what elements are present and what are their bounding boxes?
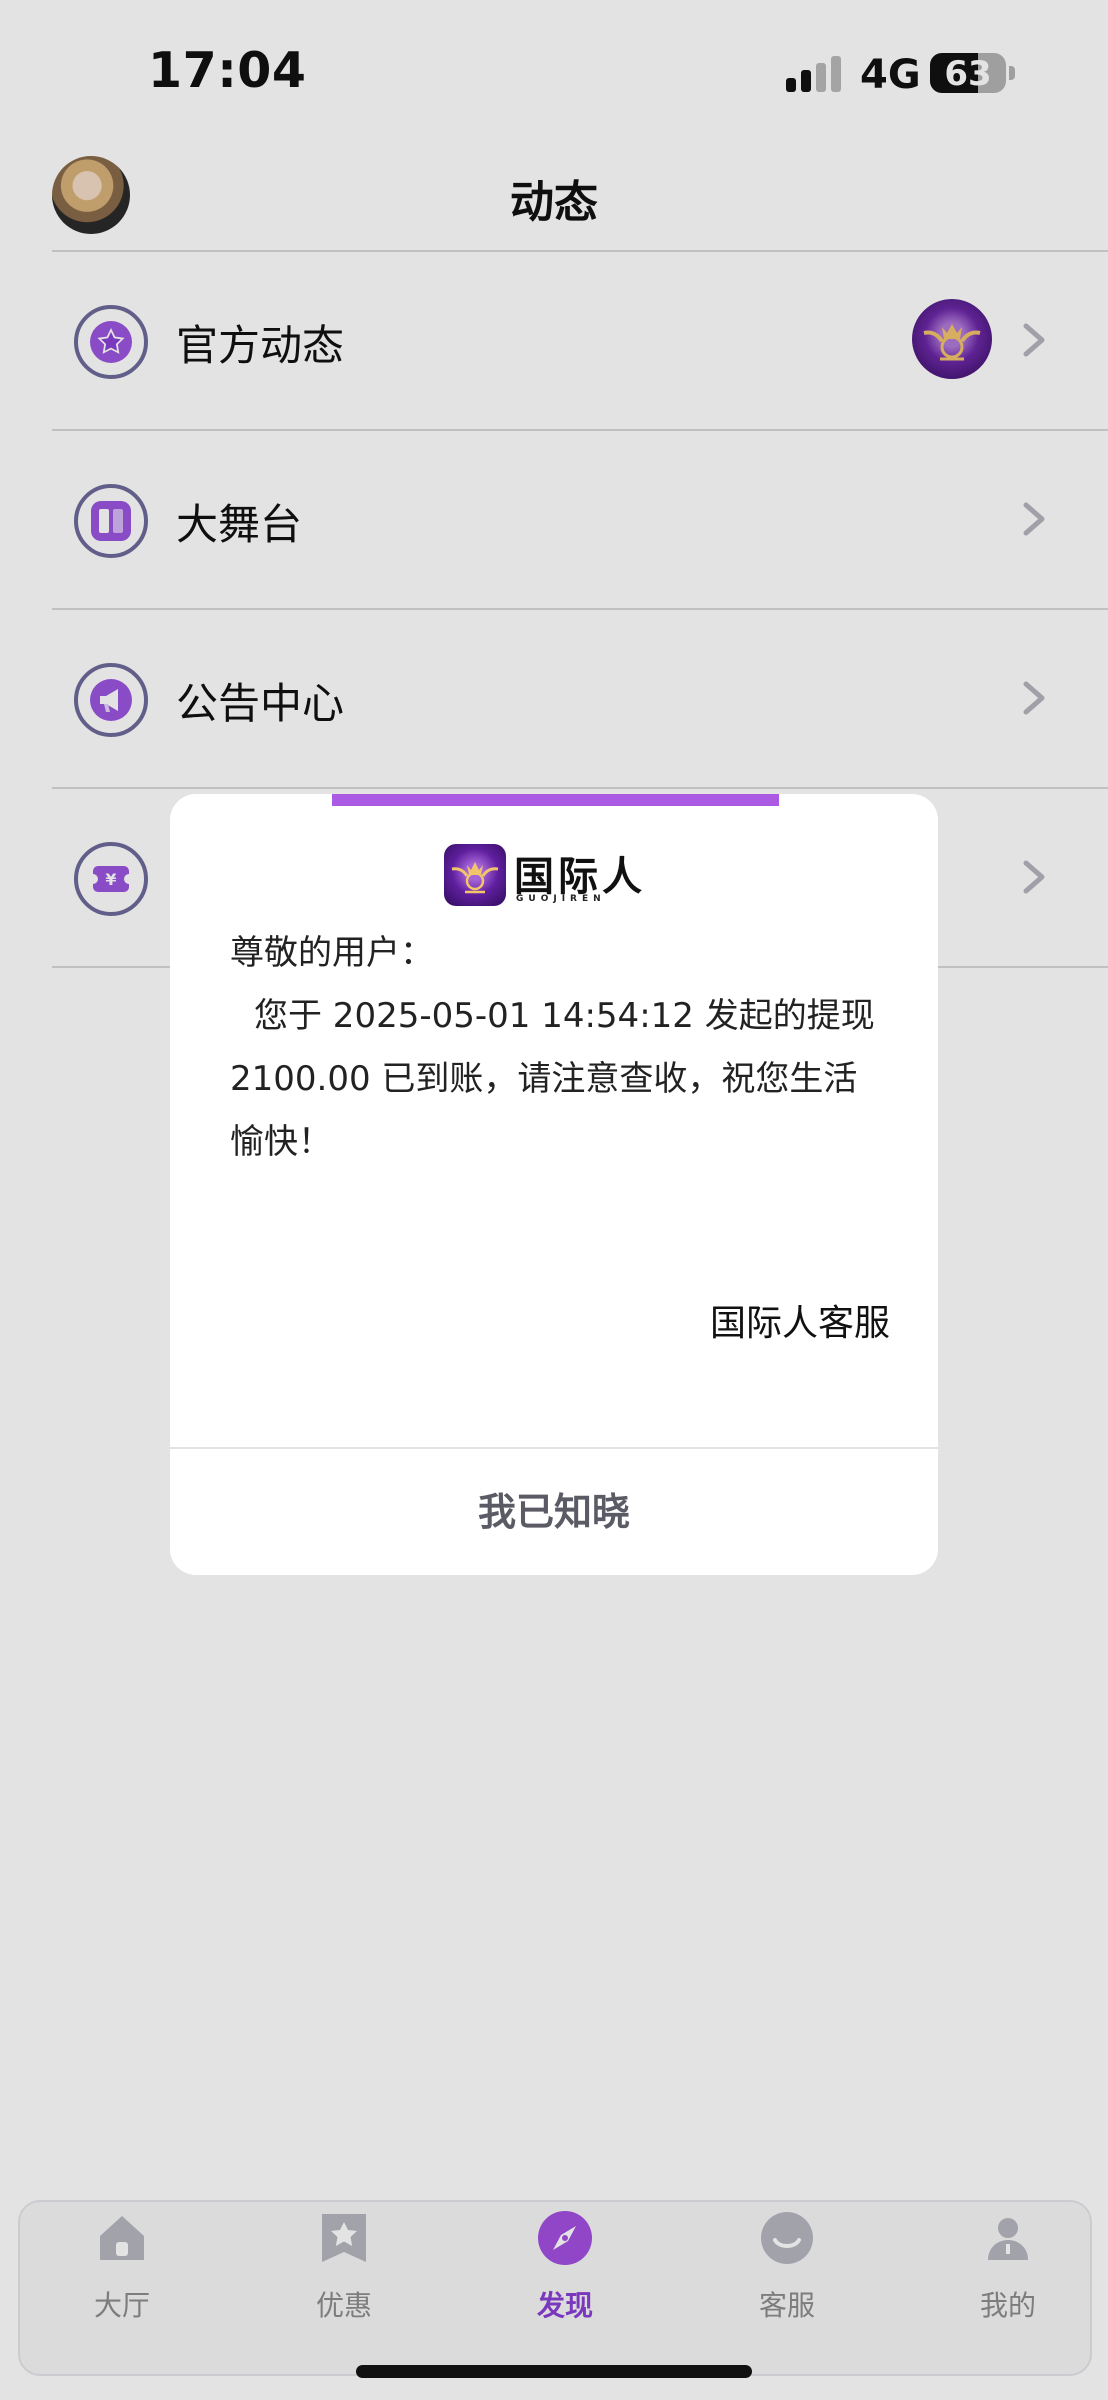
brand-subtitle: GUOJIREN [516, 894, 606, 904]
brand-header: 国际人 GUOJIREN [444, 844, 684, 910]
dialog-greeting: 尊敬的用户： [230, 933, 434, 973]
dialog-text: 您于 2025-05-01 14:54:12 发起的提现 2100.00 已到账… [230, 996, 875, 1162]
home-indicator [356, 2365, 752, 2378]
brand-logo-icon [444, 844, 506, 906]
dialog-accent-bar [332, 794, 779, 806]
dialog-message: 尊敬的用户： 您于 2025-05-01 14:54:12 发起的提现 2100… [230, 922, 890, 1174]
dialog-signoff: 国际人客服 [709, 1303, 890, 1344]
acknowledge-button[interactable]: 我已知晓 [170, 1449, 938, 1575]
withdrawal-notice-dialog: 国际人 GUOJIREN 尊敬的用户： 您于 2025-05-01 14:54:… [170, 794, 938, 1575]
